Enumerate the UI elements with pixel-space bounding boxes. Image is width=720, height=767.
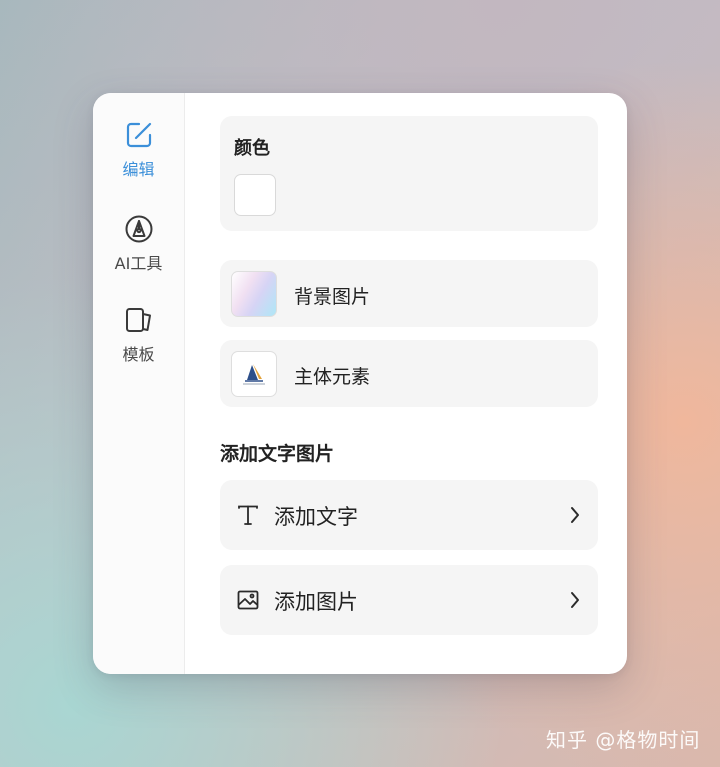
- chevron-right-icon: [571, 507, 579, 523]
- edit-icon: [126, 122, 151, 148]
- color-swatch[interactable]: [234, 174, 276, 216]
- gradient-thumbnail: [231, 271, 277, 317]
- add-text-button[interactable]: 添加文字: [220, 480, 598, 550]
- background-image-row[interactable]: 背景图片: [220, 260, 598, 327]
- template-icon: [125, 308, 151, 332]
- color-section: 颜色: [220, 116, 598, 231]
- watermark: 知乎 @格物时间: [546, 728, 701, 752]
- add-text-label: 添加文字: [274, 505, 358, 529]
- image-icon: [237, 590, 259, 610]
- background-image-label: 背景图片: [294, 286, 371, 308]
- subject-element-label: 主体元素: [294, 366, 371, 388]
- color-title: 颜色: [234, 138, 270, 159]
- text-icon: [238, 505, 258, 525]
- sidebar-item-ai-tools[interactable]: AI工具: [93, 214, 184, 274]
- subject-thumbnail: [231, 351, 277, 397]
- pen-nib-icon: [125, 215, 152, 243]
- add-image-button[interactable]: 添加图片: [220, 565, 598, 635]
- sidebar-item-label: AI工具: [114, 254, 163, 273]
- add-section-title: 添加文字图片: [220, 443, 335, 465]
- sidebar-item-label: 编辑: [122, 160, 155, 179]
- subject-element-row[interactable]: 主体元素: [220, 340, 598, 407]
- sidebar-item-templates[interactable]: 模板: [93, 305, 184, 365]
- chevron-right-icon: [571, 592, 579, 608]
- sidebar: 编辑 AI工具 模板: [93, 93, 185, 674]
- sidebar-item-edit[interactable]: 编辑: [93, 120, 184, 180]
- subject-logo-icon: [243, 364, 265, 385]
- add-image-label: 添加图片: [274, 590, 358, 614]
- editor-panel: 编辑 AI工具 模板 颜色 背景图片 主体元素 添加文字图片 添加文字 添加图片: [93, 93, 627, 674]
- sidebar-item-label: 模板: [122, 345, 155, 364]
